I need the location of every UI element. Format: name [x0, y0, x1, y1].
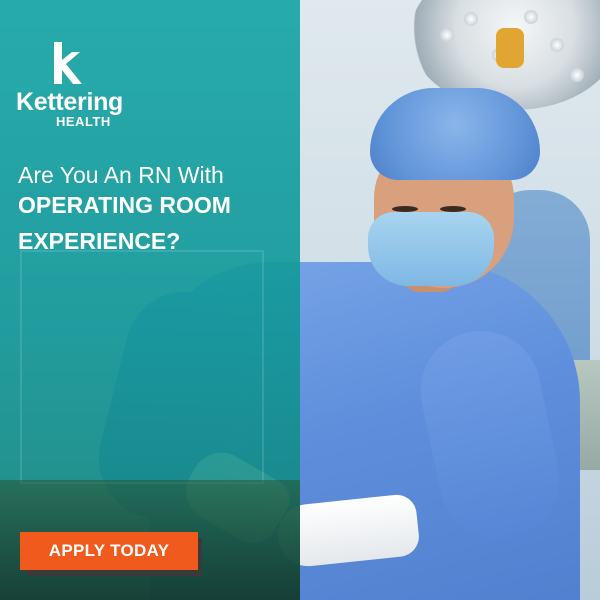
apply-today-button[interactable]: APPLY TODAY: [20, 532, 198, 570]
headline-line-1: Are You An RN With: [18, 162, 224, 188]
headline-line-2: OPERATING ROOM: [18, 192, 231, 218]
brand-name: Kettering: [16, 88, 124, 116]
background-monitor: [20, 250, 264, 484]
brand-subtitle: HEALTH: [56, 114, 111, 129]
job-ad-banner: Kettering HEALTH Are You An RN With OPER…: [0, 0, 600, 600]
surgical-light-handle: [496, 28, 524, 68]
surgical-mask: [368, 212, 494, 286]
kettering-k-icon: [54, 42, 82, 84]
surgical-cap: [370, 88, 540, 180]
headline-line-3: EXPERIENCE?: [18, 228, 181, 254]
